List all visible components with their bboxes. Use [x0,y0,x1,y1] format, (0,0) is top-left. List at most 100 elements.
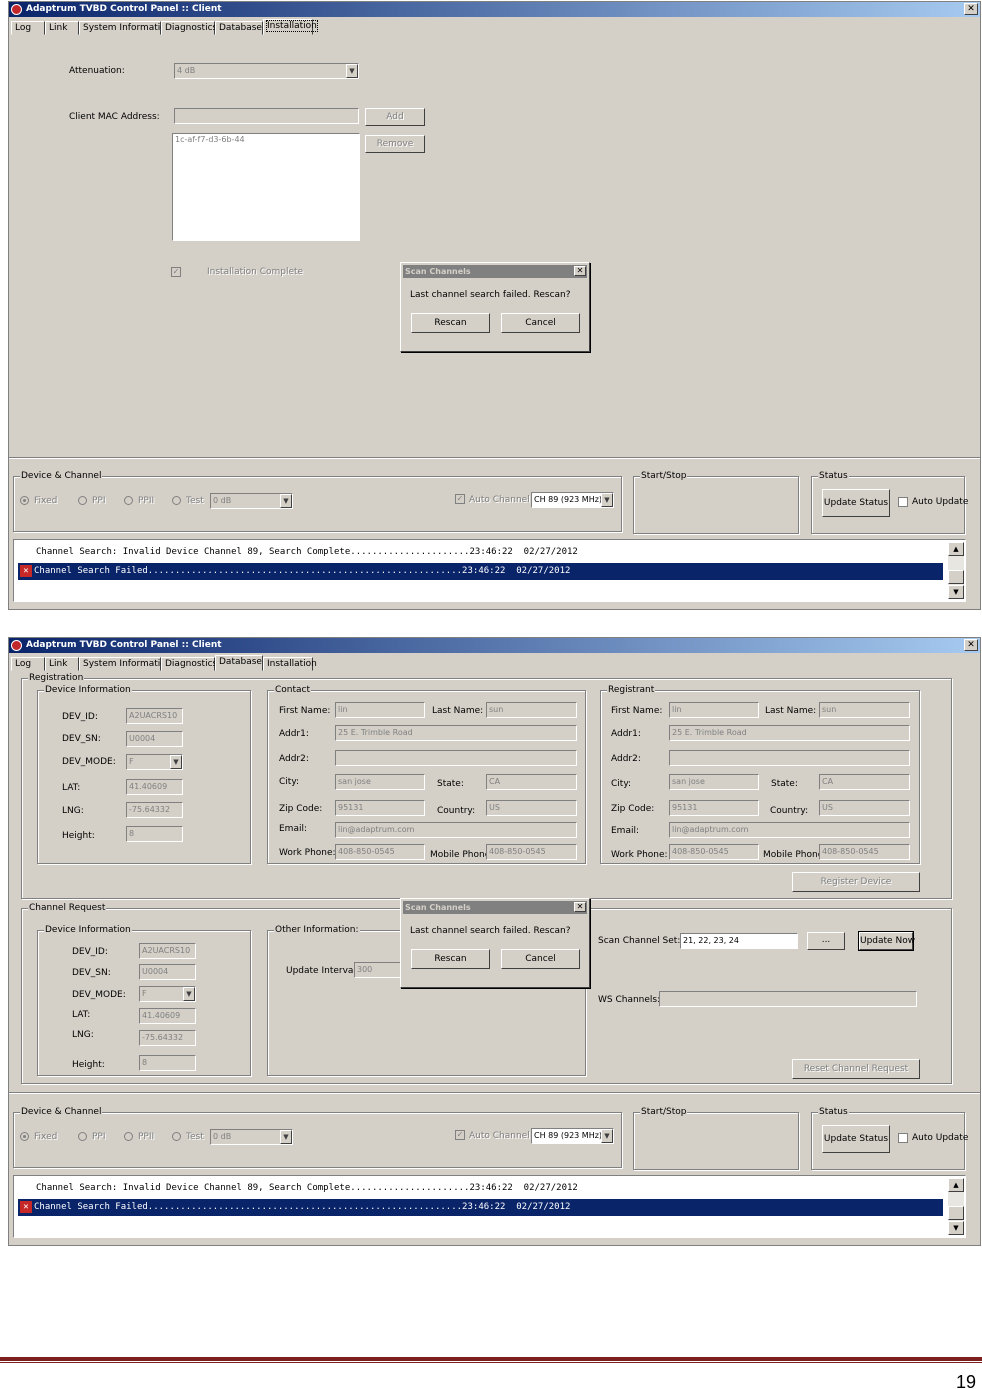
dialog-title-bar[interactable]: Scan Channels ✕ [403,901,587,914]
dev-mode-select[interactable]: F ▼ [126,754,183,770]
mac-address-list[interactable]: 1c-af-f7-d3-6b-44 [172,133,360,241]
close-icon[interactable]: ✕ [964,3,978,15]
lng-field[interactable]: -75.64332 [126,802,183,818]
scroll-up-icon[interactable]: ▲ [948,542,964,556]
mac-address-input[interactable] [174,108,359,124]
chevron-down-icon[interactable]: ▼ [346,64,358,78]
close-icon[interactable]: ✕ [574,902,586,912]
radio-ppi[interactable] [78,496,87,505]
title-bar[interactable]: Adaptrum TVBD Control Panel :: Client ✕ [9,638,980,653]
radio-test[interactable] [172,496,181,505]
installation-complete-checkbox[interactable]: ✓ [171,267,181,277]
dialog-title-bar[interactable]: Scan Channels ✕ [403,265,587,278]
email-field[interactable]: lin@adaptrum.com [335,822,577,838]
radio-fixed[interactable] [20,1132,29,1141]
update-now-button[interactable]: Update Now [858,931,915,951]
scroll-down-icon[interactable]: ▼ [948,1221,964,1235]
tab-installation[interactable]: Installation [263,657,317,671]
update-status-button[interactable]: Update Status [822,489,890,517]
chevron-down-icon[interactable]: ▼ [280,494,292,508]
log-line[interactable]: Channel Search: Invalid Device Channel 8… [36,544,578,561]
dev-id-field[interactable]: A2UACRS10 [139,943,196,959]
radio-fixed[interactable] [20,496,29,505]
chevron-down-icon[interactable]: ▼ [280,1130,292,1144]
test-attenuation-select[interactable]: 0 dB ▼ [210,493,293,509]
log-line-selected[interactable]: ✕ Channel Search Failed..................… [18,1199,943,1216]
dev-sn-field[interactable]: U0004 [139,964,196,980]
radio-test[interactable] [172,1132,181,1141]
channel-select[interactable]: CH 89 (923 MHz) ▼ [531,492,614,508]
close-icon[interactable]: ✕ [574,266,586,276]
first-name-field[interactable]: lin [335,702,425,718]
reset-channel-request-button[interactable]: Reset Channel Request [792,1059,920,1079]
tab-log[interactable]: Log [11,21,45,35]
height-field[interactable]: 8 [139,1055,196,1071]
log-scrollbar[interactable]: ▲ ▼ [948,1178,964,1235]
remove-button[interactable]: Remove [365,135,425,153]
lat-field[interactable]: 41.40609 [139,1008,196,1024]
ws-channels-field[interactable] [659,991,917,1007]
tab-database[interactable]: Database [215,21,263,35]
auto-update-checkbox[interactable] [898,1133,908,1143]
tab-link[interactable]: Link [45,657,79,671]
zip-field[interactable]: 95131 [669,800,759,816]
last-name-field[interactable]: sun [486,702,577,718]
height-field[interactable]: 8 [126,826,183,842]
city-field[interactable]: san jose [669,774,759,790]
log-line-selected[interactable]: ✕ Channel Search Failed..................… [18,563,943,580]
list-item[interactable]: 1c-af-f7-d3-6b-44 [175,135,245,144]
tab-system-information[interactable]: System Information [79,21,172,35]
auto-update-checkbox[interactable] [898,497,908,507]
radio-ppii[interactable] [124,1132,133,1141]
tab-log[interactable]: Log [11,657,45,671]
mobile-phone-field[interactable]: 408-850-0545 [486,844,577,860]
test-attenuation-select[interactable]: 0 dB ▼ [210,1129,293,1145]
attenuation-select[interactable]: 4 dB ▼ [174,63,359,79]
city-field[interactable]: san jose [335,774,425,790]
scroll-thumb[interactable] [948,570,964,584]
close-icon[interactable]: ✕ [964,639,978,651]
update-status-button[interactable]: Update Status [822,1125,890,1153]
country-field[interactable]: US [486,800,577,816]
lng-field[interactable]: -75.64332 [139,1030,196,1046]
addr1-field[interactable]: 25 E. Trimble Road [669,725,910,741]
browse-button[interactable]: ... [807,932,845,950]
log-scrollbar[interactable]: ▲ ▼ [948,542,964,599]
scroll-up-icon[interactable]: ▲ [948,1178,964,1192]
first-name-field[interactable]: lin [669,702,759,718]
email-field[interactable]: lin@adaptrum.com [669,822,910,838]
scroll-down-icon[interactable]: ▼ [948,585,964,599]
dev-mode-select[interactable]: F ▼ [139,986,196,1002]
addr2-field[interactable] [335,750,577,766]
tab-diagnostics[interactable]: Diagnostics [161,657,217,671]
log-list[interactable]: Channel Search: Invalid Device Channel 8… [13,539,966,602]
tab-system-information[interactable]: System Information [79,657,172,671]
scroll-thumb[interactable] [948,1206,964,1220]
title-bar[interactable]: Adaptrum TVBD Control Panel :: Client ✕ [9,2,980,17]
register-device-button[interactable]: Register Device [792,872,920,892]
rescan-button[interactable]: Rescan [411,313,490,333]
last-name-field[interactable]: sun [819,702,910,718]
cancel-button[interactable]: Cancel [501,949,580,969]
auto-channel-checkbox[interactable]: ✓ [455,494,465,504]
state-field[interactable]: CA [486,774,577,790]
channel-select[interactable]: CH 89 (923 MHz) ▼ [531,1128,614,1144]
log-line[interactable]: Channel Search: Invalid Device Channel 8… [36,1180,578,1197]
chevron-down-icon[interactable]: ▼ [601,1129,613,1143]
radio-ppii[interactable] [124,496,133,505]
tab-link[interactable]: Link [45,21,79,35]
tab-installation[interactable]: Installation [263,19,318,35]
chevron-down-icon[interactable]: ▼ [183,987,195,1001]
auto-channel-checkbox[interactable]: ✓ [455,1130,465,1140]
work-phone-field[interactable]: 408-850-0545 [669,844,759,860]
add-button[interactable]: Add [365,108,425,126]
state-field[interactable]: CA [819,774,910,790]
chevron-down-icon[interactable]: ▼ [170,755,182,769]
radio-ppi[interactable] [78,1132,87,1141]
addr2-field[interactable] [669,750,910,766]
rescan-button[interactable]: Rescan [411,949,490,969]
country-field[interactable]: US [819,800,910,816]
tab-database[interactable]: Database [215,655,263,671]
log-list[interactable]: Channel Search: Invalid Device Channel 8… [13,1175,966,1238]
cancel-button[interactable]: Cancel [501,313,580,333]
